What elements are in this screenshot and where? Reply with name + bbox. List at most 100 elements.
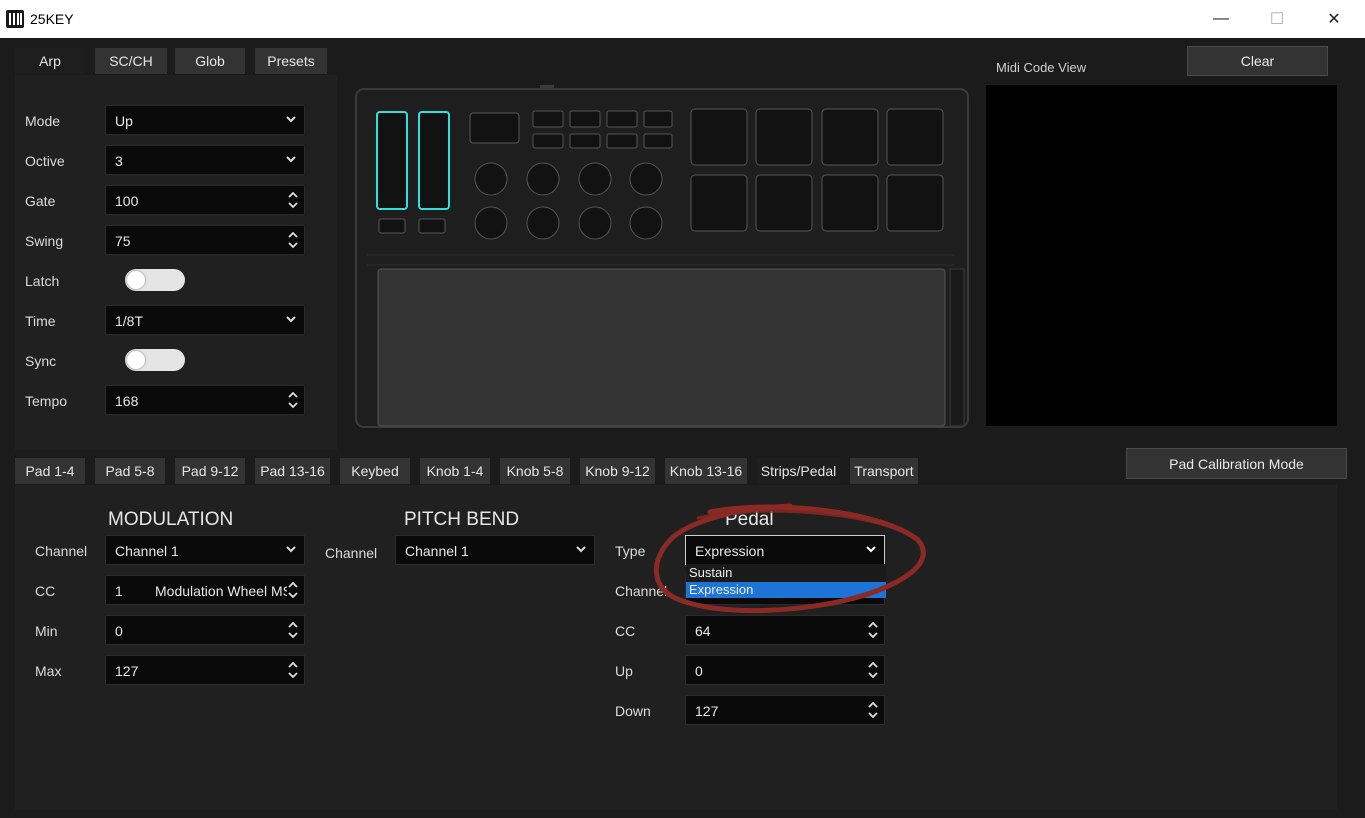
tab-pad-1-4[interactable]: Pad 1-4 bbox=[15, 458, 85, 484]
strips-pedal-panel bbox=[15, 485, 1337, 810]
pitch-bend-channel-select[interactable]: Channel 1 bbox=[395, 535, 595, 565]
spin-arrows-icon[interactable] bbox=[287, 189, 299, 211]
spin-arrows-icon[interactable] bbox=[867, 699, 879, 721]
pedal-type-select[interactable]: Expression bbox=[685, 535, 885, 565]
pedal-type-dropdown-list: Sustain Expression bbox=[686, 564, 886, 598]
chevron-down-icon bbox=[866, 546, 876, 553]
toggle-knob bbox=[127, 351, 145, 369]
gate-value: 100 bbox=[115, 193, 139, 209]
latch-toggle[interactable] bbox=[125, 269, 185, 291]
touch-strip-right bbox=[418, 111, 450, 210]
pitch-bend-title: PITCH BEND bbox=[404, 509, 520, 530]
spin-arrows-icon[interactable] bbox=[287, 619, 299, 641]
tab-sc-ch[interactable]: SC/CH bbox=[95, 48, 167, 74]
pedal-cc-value: 64 bbox=[695, 623, 711, 639]
pedal-down-spinbox[interactable]: 127 bbox=[685, 695, 885, 725]
time-select[interactable]: 1/8T bbox=[105, 305, 305, 335]
tab-transport[interactable]: Transport bbox=[850, 458, 918, 484]
tab-keybed[interactable]: Keybed bbox=[340, 458, 410, 484]
modulation-cc-spinbox[interactable]: 1 Modulation Wheel MS bbox=[105, 575, 305, 605]
pedal-up-label: Up bbox=[615, 663, 633, 679]
octave-label: Octive bbox=[25, 153, 65, 169]
modulation-channel-select[interactable]: Channel 1 bbox=[105, 535, 305, 565]
spin-arrows-icon[interactable] bbox=[867, 659, 879, 681]
close-button[interactable]: ✕ bbox=[1311, 0, 1357, 38]
modulation-min-value: 0 bbox=[115, 623, 123, 639]
chevron-down-icon bbox=[576, 546, 586, 553]
tab-knob-1-4[interactable]: Knob 1-4 bbox=[420, 458, 490, 484]
modulation-channel-label: Channel bbox=[35, 543, 88, 559]
time-label: Time bbox=[25, 313, 56, 329]
octave-value: 3 bbox=[115, 153, 123, 169]
title-bar: 25KEY — ☐ ✕ bbox=[0, 0, 1365, 38]
mode-select[interactable]: Up bbox=[105, 105, 305, 135]
piano-icon bbox=[6, 10, 24, 28]
modulation-channel-value: Channel 1 bbox=[115, 543, 179, 559]
midi-code-view[interactable] bbox=[986, 85, 1337, 426]
pedal-title: Pedal bbox=[725, 509, 774, 530]
modulation-max-spinbox[interactable]: 127 bbox=[105, 655, 305, 685]
sync-label: Sync bbox=[25, 353, 57, 369]
latch-label: Latch bbox=[25, 273, 60, 289]
modulation-cc-name: Modulation Wheel MS bbox=[155, 583, 287, 599]
chevron-down-icon bbox=[286, 156, 296, 163]
swing-value: 75 bbox=[115, 233, 131, 249]
clear-button[interactable]: Clear bbox=[1187, 46, 1328, 76]
tab-knob-9-12[interactable]: Knob 9-12 bbox=[580, 458, 655, 484]
modulation-max-label: Max bbox=[35, 663, 62, 679]
tab-pad-9-12[interactable]: Pad 9-12 bbox=[175, 458, 245, 484]
modulation-max-value: 127 bbox=[115, 663, 139, 679]
modulation-cc-value: 1 bbox=[115, 583, 123, 599]
pedal-cc-spinbox[interactable]: 64 bbox=[685, 615, 885, 645]
pedal-up-spinbox[interactable]: 0 bbox=[685, 655, 885, 685]
sync-toggle[interactable] bbox=[125, 349, 185, 371]
chevron-down-icon bbox=[286, 546, 296, 553]
time-value: 1/8T bbox=[115, 313, 144, 329]
toggle-knob bbox=[127, 271, 145, 289]
spin-arrows-icon[interactable] bbox=[287, 389, 299, 411]
pitch-bend-channel-label: Channel bbox=[325, 545, 378, 561]
tempo-spinbox[interactable]: 168 bbox=[105, 385, 305, 415]
tempo-value: 168 bbox=[115, 393, 139, 409]
tab-knob-13-16[interactable]: Knob 13-16 bbox=[665, 458, 747, 484]
touch-strip-left bbox=[376, 111, 408, 210]
gate-spinbox[interactable]: 100 bbox=[105, 185, 305, 215]
spin-arrows-icon[interactable] bbox=[287, 659, 299, 681]
spin-arrows-icon[interactable] bbox=[287, 579, 299, 601]
modulation-cc-label: CC bbox=[35, 583, 56, 599]
mode-value: Up bbox=[115, 113, 133, 129]
tab-strips-pedal[interactable]: Strips/Pedal bbox=[757, 458, 840, 484]
tab-knob-5-8[interactable]: Knob 5-8 bbox=[500, 458, 570, 484]
maximize-button[interactable]: ☐ bbox=[1254, 0, 1300, 38]
spin-arrows-icon[interactable] bbox=[867, 619, 879, 641]
pitch-bend-channel-value: Channel 1 bbox=[405, 543, 469, 559]
octave-select[interactable]: 3 bbox=[105, 145, 305, 175]
chevron-down-icon bbox=[286, 316, 296, 323]
tempo-label: Tempo bbox=[25, 393, 68, 409]
modulation-min-spinbox[interactable]: 0 bbox=[105, 615, 305, 645]
dropdown-option-expression[interactable]: Expression bbox=[686, 582, 886, 598]
chevron-down-icon bbox=[286, 116, 296, 123]
pedal-type-label: Type bbox=[615, 543, 646, 559]
gate-label: Gate bbox=[25, 193, 56, 209]
tab-presets[interactable]: Presets bbox=[255, 48, 327, 74]
pedal-down-value: 127 bbox=[695, 703, 719, 719]
pad-calibration-button[interactable]: Pad Calibration Mode bbox=[1126, 448, 1347, 479]
tab-glob[interactable]: Glob bbox=[175, 48, 245, 74]
swing-spinbox[interactable]: 75 bbox=[105, 225, 305, 255]
swing-label: Swing bbox=[25, 233, 64, 249]
tab-pad-5-8[interactable]: Pad 5-8 bbox=[95, 458, 165, 484]
pedal-type-value: Expression bbox=[695, 543, 765, 559]
pedal-up-value: 0 bbox=[695, 663, 703, 679]
spin-arrows-icon[interactable] bbox=[287, 229, 299, 251]
tab-arp[interactable]: Arp bbox=[15, 48, 85, 74]
pedal-down-label: Down bbox=[615, 703, 651, 719]
modulation-title: MODULATION bbox=[108, 509, 234, 530]
dropdown-option-sustain[interactable]: Sustain bbox=[686, 565, 886, 581]
controller-diagram bbox=[355, 85, 969, 428]
minimize-button[interactable]: — bbox=[1198, 0, 1244, 38]
tab-pad-13-16[interactable]: Pad 13-16 bbox=[255, 458, 330, 484]
window-title: 25KEY bbox=[30, 11, 74, 27]
pedal-channel-label: Channel bbox=[615, 583, 668, 599]
modulation-min-label: Min bbox=[35, 623, 58, 639]
